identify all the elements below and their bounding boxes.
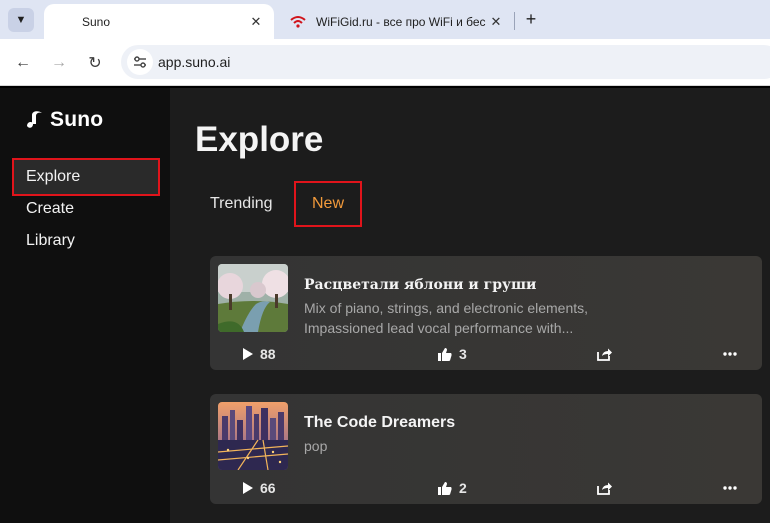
- like-button[interactable]: 2: [438, 478, 467, 498]
- song-genre: pop: [304, 438, 328, 454]
- reload-icon[interactable]: ↻: [82, 50, 108, 76]
- like-count: 3: [459, 346, 467, 362]
- thumbs-up-icon: [438, 347, 452, 361]
- new-tab-plus-icon[interactable]: +: [520, 8, 542, 30]
- play-icon: [242, 482, 253, 494]
- close-tab-icon[interactable]: ✕: [486, 12, 506, 32]
- song-actions: 66 2: [210, 478, 762, 498]
- play-button[interactable]: 88: [242, 344, 276, 364]
- blossom-trees-river-image[interactable]: [218, 264, 288, 332]
- share-button[interactable]: [597, 478, 619, 498]
- wifi-icon: [290, 14, 306, 30]
- tab-title: Suno: [82, 14, 111, 29]
- song-actions: 88 3: [210, 344, 762, 364]
- sidebar: Suno Explore Create Library: [0, 88, 170, 523]
- url-text[interactable]: app.suno.ai: [158, 54, 230, 70]
- tab-divider: [514, 12, 515, 30]
- thumbs-up-icon: [438, 481, 452, 495]
- tab-trending[interactable]: Trending: [210, 181, 273, 227]
- blank-icon: [56, 14, 72, 30]
- song-description-line: Mix of piano, strings, and electronic el…: [304, 300, 589, 316]
- song-title[interactable]: Расцветали яблони и груши: [304, 277, 536, 293]
- browser-tab-bar: ▼ Suno ✕ WiFiGid.ru - все про WiFi и бес…: [0, 0, 770, 39]
- play-count: 66: [260, 480, 276, 496]
- play-button[interactable]: 66: [242, 478, 276, 498]
- share-button[interactable]: [597, 344, 619, 364]
- song-card[interactable]: Расцветали яблони и груши Mix of piano, …: [210, 256, 762, 370]
- page-title: Explore: [195, 120, 324, 159]
- suno-logo[interactable]: Suno: [24, 108, 103, 132]
- tab-search-chevron-icon[interactable]: ▼: [8, 8, 34, 32]
- back-arrow-icon[interactable]: ←: [10, 50, 36, 76]
- song-description-line: Impassioned lead vocal performance with.…: [304, 320, 574, 336]
- address-bar[interactable]: app.suno.ai: [121, 45, 770, 79]
- song-title[interactable]: The Code Dreamers: [304, 414, 455, 432]
- logo-text: Suno: [50, 108, 104, 131]
- forward-arrow-icon[interactable]: →: [46, 50, 72, 76]
- close-tab-icon[interactable]: ✕: [246, 12, 266, 32]
- city-skyline-sunset-image[interactable]: [218, 402, 288, 470]
- like-button[interactable]: 3: [438, 344, 467, 364]
- main-content: Explore Trending New Расцветали яблони и…: [170, 88, 770, 523]
- share-icon: [597, 482, 612, 495]
- sidebar-item-library[interactable]: Library: [12, 222, 160, 260]
- browser-tab-wifigid[interactable]: WiFiGid.ru - все про WiFi и бес ✕: [278, 4, 514, 39]
- site-settings-icon[interactable]: [127, 49, 153, 75]
- song-card[interactable]: The Code Dreamers pop 66 2: [210, 394, 762, 504]
- more-options-icon[interactable]: [723, 478, 737, 498]
- like-count: 2: [459, 480, 467, 496]
- play-count: 88: [260, 346, 276, 362]
- suno-logo-icon: [27, 111, 42, 128]
- tab-new[interactable]: New: [294, 181, 362, 227]
- play-icon: [242, 348, 253, 360]
- browser-toolbar: ← → ↻ app.suno.ai: [0, 39, 770, 86]
- share-icon: [597, 348, 612, 361]
- browser-tab-suno[interactable]: Suno ✕: [44, 4, 274, 39]
- tab-title: WiFiGid.ru - все про WiFi и бес: [316, 14, 486, 29]
- more-options-icon[interactable]: [723, 344, 737, 364]
